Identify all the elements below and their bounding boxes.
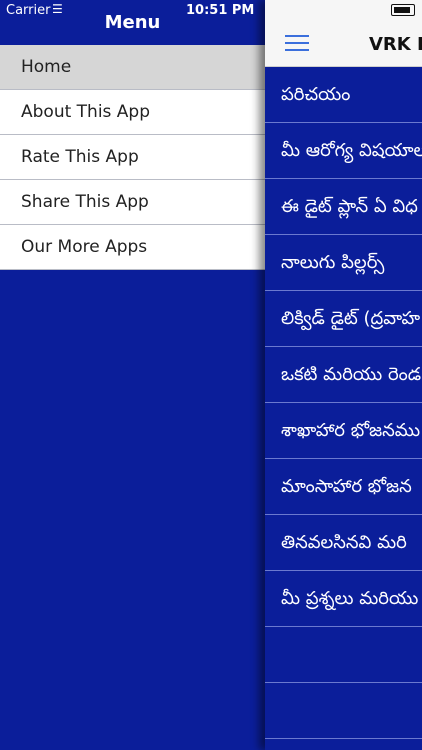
carrier-label: Carrier bbox=[6, 3, 51, 18]
menu-item-about[interactable]: About This App bbox=[0, 90, 265, 135]
menu-item-more-apps[interactable]: Our More Apps bbox=[0, 225, 265, 270]
list-item[interactable] bbox=[265, 683, 422, 739]
list-item[interactable]: లిక్విడ్ డైట్ (ద్రవాహ bbox=[265, 291, 422, 347]
nav-title: VRK D bbox=[369, 34, 422, 55]
clock: 10:51 PM bbox=[186, 3, 255, 18]
chapter-list: పరిచయం మీ ఆరోగ్య విషయాల ఈ డైట్ ప్లాన్ ఏ … bbox=[265, 67, 422, 739]
list-item[interactable]: ఈ డైట్ ప్లాన్ ఏ విధ bbox=[265, 179, 422, 235]
list-item[interactable]: ఒకటి మరియు రెండ bbox=[265, 347, 422, 403]
main-panel: VRK D పరిచయం మీ ఆరోగ్య విషయాల ఈ డైట్ ప్ల… bbox=[265, 0, 422, 750]
hamburger-menu-icon[interactable] bbox=[285, 35, 309, 51]
list-item[interactable]: పరిచయం bbox=[265, 67, 422, 123]
status-bar: Carrier ☰ 10:51 PM bbox=[0, 0, 422, 22]
list-item[interactable]: మీ ఆరోగ్య విషయాల bbox=[265, 123, 422, 179]
list-item[interactable]: నాలుగు పిల్లర్స్ bbox=[265, 235, 422, 291]
list-item[interactable]: మీ ప్రశ్నలు మరియు bbox=[265, 571, 422, 627]
list-item[interactable]: తినవలసినవి మరి bbox=[265, 515, 422, 571]
list-item[interactable]: మాంసాహార భోజన bbox=[265, 459, 422, 515]
list-item[interactable] bbox=[265, 627, 422, 683]
list-item[interactable]: శాఖాహార భోజనము bbox=[265, 403, 422, 459]
menu-item-rate[interactable]: Rate This App bbox=[0, 135, 265, 180]
menu-item-share[interactable]: Share This App bbox=[0, 180, 265, 225]
wifi-icon: ☰ bbox=[52, 2, 63, 16]
side-menu: Menu Home About This App Rate This App S… bbox=[0, 0, 265, 750]
menu-item-home[interactable]: Home bbox=[0, 45, 265, 90]
